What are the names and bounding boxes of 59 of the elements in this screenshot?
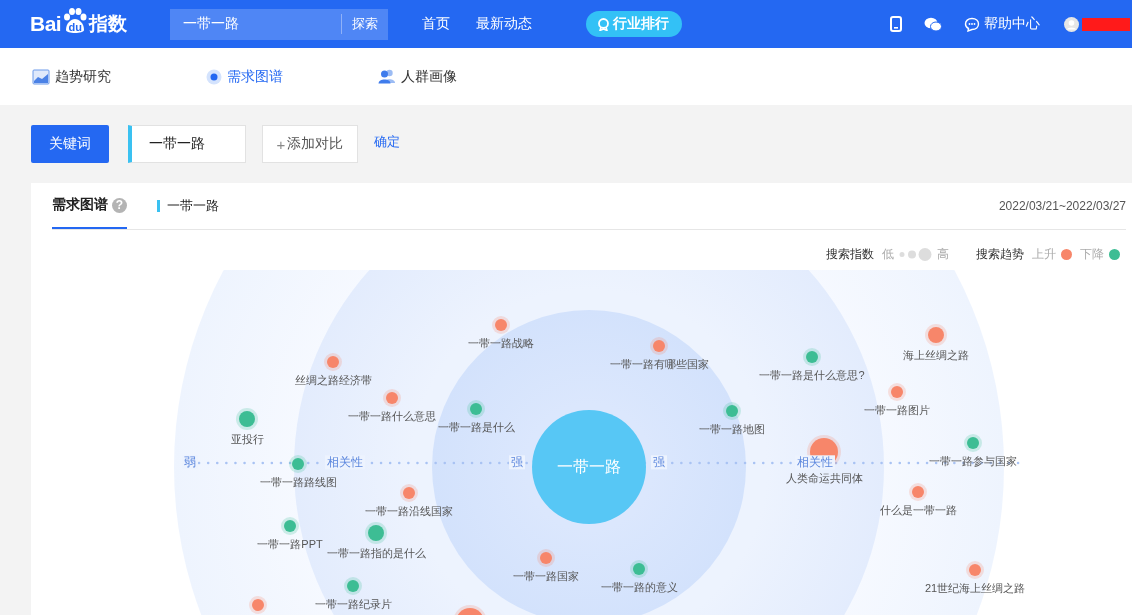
add-compare-button[interactable]: +添加对比 [262, 125, 358, 163]
legend-label: 上升 [1032, 245, 1056, 263]
keyword-label[interactable]: 一带一路图片 [864, 403, 930, 418]
keyword-label[interactable]: 一带一路指的是什么 [326, 546, 426, 561]
axis-label: 强 [651, 455, 667, 470]
keyword-label[interactable]: 一带一路国家 [513, 569, 579, 584]
keyword-label[interactable]: 一带一路路线图 [259, 475, 337, 490]
wechat-icon[interactable] [924, 16, 942, 32]
keyword-label[interactable]: 什么是一带一路 [879, 503, 957, 518]
keyword-label[interactable]: 一带一路战略 [468, 336, 534, 351]
keyword-field[interactable]: 一带一路 [128, 125, 246, 163]
keyword-label[interactable]: 一带一路有哪些国家 [609, 357, 709, 372]
nav-link[interactable]: 首页 [422, 15, 450, 33]
keyword-label[interactable]: 一带一路PPT [257, 537, 323, 552]
keyword-label[interactable]: 一带一路沿线国家 [365, 504, 453, 519]
chat-bubble-icon [964, 16, 980, 32]
keyword-label[interactable]: 亚投行 [230, 432, 264, 447]
keyword-label[interactable]: 一带一路纪录片 [314, 597, 392, 612]
legend-dot [1109, 248, 1120, 260]
keyword-label[interactable]: 丝绸之路经济带 [294, 373, 372, 388]
legend-title: 搜索趋势 [976, 245, 1024, 263]
legend-title: 搜索指数 [826, 245, 874, 263]
size-scale-icon [899, 247, 932, 261]
chart-tab[interactable]: 需求图谱 ? [52, 183, 127, 229]
keyword-label[interactable]: 人类命运共同体 [785, 471, 863, 486]
avatar-icon[interactable] [1064, 16, 1079, 32]
keyword-label[interactable]: 一带一路是什么意思? [759, 368, 865, 383]
series-label: 一带一路 [167, 197, 219, 215]
legend-label: 高 [937, 245, 949, 263]
series-marker-icon [157, 200, 160, 212]
legend-label: 低 [882, 245, 894, 263]
keyword-label[interactable]: 一带一路参与国家 [929, 454, 1017, 469]
keyword-label[interactable]: 一带一路什么意思 [348, 409, 436, 424]
axis-label: 强 [509, 455, 525, 470]
confirm-link[interactable]: 确定 [374, 133, 400, 151]
subnav-tab[interactable]: 人群画像 [378, 67, 457, 86]
legend-dot [1061, 248, 1072, 260]
keyword-button[interactable]: 关键词 [31, 125, 109, 163]
redaction-bar [1082, 17, 1130, 31]
date-range: 2022/03/21~2022/03/27 [998, 199, 1126, 213]
legend-label: 下降 [1080, 245, 1104, 263]
subnav-tab[interactable]: 需求图谱 [206, 67, 283, 86]
logo[interactable]: Bai du 指数 [30, 11, 130, 37]
axis-label: 相关性 [325, 455, 365, 470]
axis-label: 弱 [182, 455, 198, 470]
keyword-label[interactable]: 一带一路地图 [699, 422, 765, 437]
medal-icon [597, 17, 610, 31]
keyword-label[interactable]: 21世纪海上丝绸之路 [924, 581, 1026, 596]
keyword-label[interactable]: 一带一路的意义 [600, 580, 678, 595]
help-link[interactable]: 帮助中心 [964, 15, 1040, 33]
target-icon [206, 68, 222, 85]
phone-icon[interactable] [890, 16, 902, 32]
axis-label: 相关性 [795, 455, 835, 470]
people-icon [378, 69, 396, 84]
chart-icon [32, 68, 50, 85]
subnav-tab[interactable]: 趋势研究 [32, 67, 111, 86]
keyword-label[interactable]: 一带一路是什么 [437, 420, 515, 435]
nav-link[interactable]: 最新动态 [476, 15, 532, 33]
keyword-label[interactable]: 海上丝绸之路 [903, 348, 969, 363]
